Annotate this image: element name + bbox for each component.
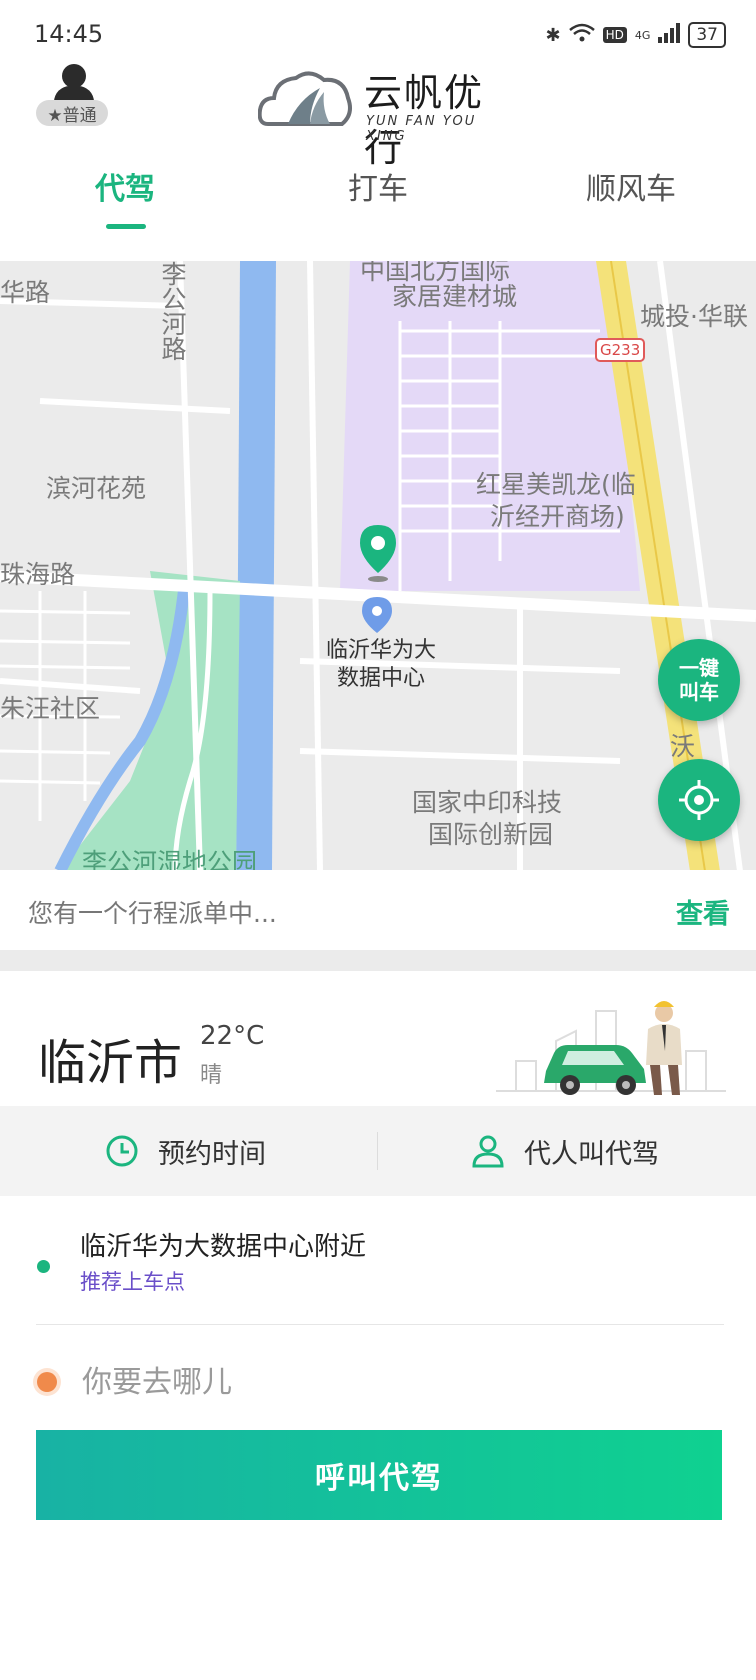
call-for-others-label: 代人叫代驾 <box>524 1138 659 1170</box>
status-time: 14:45 <box>34 20 104 48</box>
booking-options: 预约时间 代人叫代驾 <box>0 1106 756 1196</box>
recommend-pickup-link[interactable]: 推荐上车点 <box>80 1266 185 1296</box>
reserve-time-label: 预约时间 <box>158 1138 266 1170</box>
city-weather-panel: 临沂市 22°C 晴 <box>0 971 756 1106</box>
service-tabs: 代驾 打车 顺风车 <box>0 150 756 230</box>
member-level-badge: ★普通 <box>36 100 108 126</box>
map-label: 李公河路 <box>158 261 187 361</box>
map-label: 沂经开商场) <box>490 502 625 531</box>
poi-marker-icon <box>362 597 392 633</box>
logo-cloud-icon <box>258 71 352 126</box>
view-trip-link[interactable]: 查看 <box>676 892 730 931</box>
map-label: 滨河花苑 <box>46 474 147 503</box>
battery-icon: 37 <box>688 22 726 48</box>
address-divider <box>36 1324 724 1325</box>
locate-crosshair-icon <box>679 780 719 820</box>
tab-taxi[interactable]: 打车 <box>303 164 453 208</box>
call-for-others-option[interactable]: 代人叫代驾 <box>470 1106 659 1196</box>
pickup-location-pin-icon[interactable] <box>356 523 400 583</box>
tab-carpool[interactable]: 顺风车 <box>556 164 706 208</box>
map-label: 朱汪社区 <box>0 694 101 723</box>
pickup-address[interactable]: 临沂华为大数据中心附近 <box>80 1226 366 1263</box>
weather-condition: 晴 <box>200 1063 223 1088</box>
trip-notice-bar[interactable]: 您有一个行程派单中... 查看 <box>0 870 756 950</box>
status-icons: ✱ HD 4G 37 <box>545 22 726 48</box>
locate-button[interactable] <box>658 759 740 841</box>
pickup-dot-icon <box>37 1260 50 1273</box>
person-icon <box>472 1135 504 1168</box>
active-tab-indicator <box>106 224 146 229</box>
logo-subtitle: YUN FAN YOU XING <box>366 114 477 144</box>
map-view[interactable]: 华路 李公河路 中国北方国际 家居建材城 城投·华联 G233 滨河花苑 红星美… <box>0 261 756 971</box>
avatar-head <box>62 64 86 88</box>
wifi-icon <box>568 23 595 48</box>
options-divider <box>377 1132 378 1170</box>
map-road-badge: G233 <box>600 341 641 359</box>
app-logo: 云帆优行 YUN FAN YOU XING <box>258 62 508 170</box>
tab-designated-driver[interactable]: 代驾 <box>50 164 200 208</box>
clock-icon <box>106 1135 138 1167</box>
map-label: 国际创新园 <box>428 820 554 849</box>
signal-type: 4G <box>634 28 651 42</box>
quick-call-button[interactable]: 一键 叫车 <box>658 639 740 721</box>
reserve-time-option[interactable]: 预约时间 <box>104 1106 266 1196</box>
map-label: 珠海路 <box>0 560 76 589</box>
address-panel: 临沂华为大数据中心附近 推荐上车点 <box>0 1196 756 1596</box>
driver-car-illustration <box>496 1001 726 1095</box>
destination-input[interactable] <box>80 1356 684 1408</box>
destination-dot-icon <box>37 1372 57 1392</box>
map-label: 国家中印科技 <box>412 788 563 817</box>
map-label: 红星美凯龙(临 <box>476 470 636 499</box>
avatar[interactable]: ★普通 <box>34 62 114 126</box>
poi-label-line1: 临沂华为大 <box>325 638 436 663</box>
call-driver-button[interactable]: 呼叫代驾 <box>36 1430 722 1520</box>
city-name: 临沂市 <box>38 1035 183 1091</box>
trip-notice-text: 您有一个行程派单中... <box>28 899 277 928</box>
app-header: ★普通 云帆优行 YUN FAN YOU XING <box>0 56 756 170</box>
quick-call-line1: 一键 <box>679 656 719 680</box>
quick-call-line2: 叫车 <box>679 680 719 704</box>
poi-label: 临沂华为大 数据中心 <box>316 637 446 693</box>
map-label: 华路 <box>0 278 51 307</box>
map-label: 城投·华联 <box>640 302 748 331</box>
bluetooth-icon: ✱ <box>545 24 561 46</box>
map-label: 家居建材城 <box>392 282 518 311</box>
temperature: 22°C <box>200 1021 265 1051</box>
map-label: 沃 <box>670 732 696 761</box>
poi-label-line2: 数据中心 <box>336 666 425 691</box>
hd-icon: HD <box>602 27 627 43</box>
signal-icon <box>658 22 681 48</box>
